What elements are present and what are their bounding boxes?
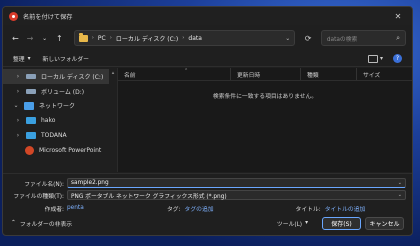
empty-message: 検索条件に一致する項目はありません。	[212, 94, 318, 100]
organize-label: 整理	[13, 57, 25, 63]
computer-icon	[26, 117, 36, 125]
folder-icon	[78, 33, 88, 42]
chevron-down-icon[interactable]: ⌄	[398, 192, 402, 198]
back-arrow-icon[interactable]: ←	[9, 31, 22, 45]
sidebar-scrollbar[interactable]: ▴	[109, 68, 117, 172]
sidebar-item-todana[interactable]: › TODANA	[3, 128, 109, 143]
browser-body: › ローカル ディスク (C:) › ボリューム (D:) ⌄ ネットワーク ›…	[3, 68, 412, 172]
sidebar-item-label: TODANA	[41, 132, 67, 140]
title-bar: 名前を付けて保存 ✕	[3, 7, 412, 25]
filename-field[interactable]: sample2.png ⌄	[67, 178, 406, 188]
search-placeholder: dataの検索	[326, 36, 358, 43]
search-input[interactable]: dataの検索 ⌕	[320, 30, 406, 46]
refresh-icon[interactable]: ⟳	[301, 31, 315, 45]
search-icon: ⌕	[396, 33, 400, 42]
column-header-row: 名前 更新日時 種類 サイズ	[118, 68, 412, 81]
sidebar-item-label: ローカル ディスク (C:)	[41, 73, 104, 81]
column-size[interactable]: サイズ	[357, 68, 397, 80]
save-as-dialog: 名前を付けて保存 ✕ ← → ⌄ ↑ › PC › ローカル ディスク (C:)…	[2, 6, 413, 236]
view-options-button[interactable]: ▾	[367, 54, 383, 63]
breadcrumb-pc[interactable]: PC	[98, 35, 106, 42]
filetype-label: ファイルの種類(T):	[13, 193, 64, 200]
tools-label: ツール(L)	[276, 221, 303, 228]
chevron-right-icon[interactable]: ›	[15, 73, 21, 80]
hide-folders-label: フォルダーの非表示	[19, 221, 73, 228]
chevron-down-icon: ▾	[379, 55, 383, 62]
scroll-up-icon[interactable]: ▴	[112, 70, 115, 76]
filetype-value: PNG ポータブル ネットワーク グラフィックス形式 (*.png)	[71, 193, 227, 200]
chevron-up-icon: ⌃	[11, 220, 16, 226]
sidebar-item-label: ボリューム (D:)	[41, 88, 85, 96]
sidebar-item-volume-d[interactable]: › ボリューム (D:)	[3, 84, 109, 99]
close-icon[interactable]: ✕	[384, 7, 412, 25]
view-icon	[367, 54, 378, 63]
chevron-down-icon[interactable]: ⌄	[398, 180, 402, 186]
navigation-bar: ← → ⌄ ↑ › PC › ローカル ディスク (C:) › data ⌄ ⟳…	[3, 25, 412, 51]
new-folder-button[interactable]: 新しいフォルダー	[43, 54, 89, 63]
cancel-button[interactable]: キャンセル	[365, 216, 404, 230]
breadcrumb-data[interactable]: data	[188, 35, 202, 42]
column-modified[interactable]: 更新日時	[231, 68, 301, 80]
navigation-pane: › ローカル ディスク (C:) › ボリューム (D:) ⌄ ネットワーク ›…	[3, 68, 109, 172]
sidebar-item-hako[interactable]: › hako	[3, 113, 109, 128]
up-arrow-icon[interactable]: ↑	[53, 31, 66, 45]
new-folder-label: 新しいフォルダー	[42, 57, 89, 63]
filetype-row: ファイルの種類(T): PNG ポータブル ネットワーク グラフィックス形式 (…	[3, 190, 406, 200]
computer-icon	[26, 132, 36, 140]
drive-icon	[26, 73, 36, 79]
hide-folders-button[interactable]: ⌃ フォルダーの非表示	[11, 219, 72, 228]
chevron-down-icon: ▾	[305, 220, 308, 226]
address-bar[interactable]: › PC › ローカル ディスク (C:) › data ⌄	[73, 30, 296, 46]
chevron-down-icon: ▾	[27, 55, 31, 62]
breadcrumb-local-disk[interactable]: ローカル ディスク (C:)	[116, 34, 178, 43]
breadcrumb-chevron-icon[interactable]: ›	[110, 35, 112, 41]
sidebar-item-local-disk[interactable]: › ローカル ディスク (C:)	[3, 69, 109, 84]
column-name[interactable]: 名前	[118, 68, 231, 80]
address-dropdown-icon[interactable]: ⌄	[285, 35, 290, 42]
window-title: 名前を付けて保存	[23, 13, 73, 21]
sidebar-item-label: ネットワーク	[39, 103, 76, 111]
sidebar-item-label: hako	[41, 117, 56, 125]
recent-chevron-icon[interactable]: ⌄	[38, 31, 51, 45]
forward-arrow-icon[interactable]: →	[24, 31, 37, 45]
column-type[interactable]: 種類	[301, 68, 357, 80]
sort-caret-icon: ⌃	[184, 68, 189, 74]
breadcrumb-chevron-icon[interactable]: ›	[92, 35, 94, 41]
file-list[interactable]: ⌃ 名前 更新日時 種類 サイズ 検索条件に一致する項目はありません。	[117, 68, 412, 172]
command-bar: 整理 ▾ 新しいフォルダー ▾ ?	[3, 51, 412, 67]
organize-button[interactable]: 整理 ▾	[13, 54, 31, 64]
save-button[interactable]: 保存(S)	[322, 216, 361, 230]
network-icon	[24, 101, 34, 110]
powerpoint-icon	[25, 145, 34, 155]
tools-button[interactable]: ツール(L) ▾	[277, 219, 308, 228]
chevron-right-icon[interactable]: ›	[15, 117, 21, 124]
sidebar-item-network[interactable]: ⌄ ネットワーク	[3, 99, 109, 114]
filename-row: ファイル名(N): sample2.png ⌄	[3, 178, 406, 188]
filename-label: ファイル名(N):	[24, 181, 64, 188]
sidebar-item-label: Microsoft PowerPoint	[39, 146, 102, 154]
chevron-down-icon[interactable]: ⌄	[13, 102, 19, 109]
chevron-right-icon[interactable]: ›	[15, 132, 21, 139]
filename-value: sample2.png	[71, 180, 109, 186]
dialog-footer: ⌃ フォルダーの非表示 ツール(L) ▾ 保存(S) キャンセル	[3, 211, 412, 235]
filetype-select[interactable]: PNG ポータブル ネットワーク グラフィックス形式 (*.png) ⌄	[67, 190, 406, 200]
app-icon	[9, 11, 18, 21]
chevron-right-icon[interactable]: ›	[15, 88, 21, 95]
breadcrumb-chevron-icon[interactable]: ›	[182, 35, 184, 41]
drive-icon	[26, 88, 36, 94]
sidebar-item-powerpoint[interactable]: Microsoft PowerPoint	[3, 143, 109, 158]
help-icon[interactable]: ?	[393, 54, 402, 63]
